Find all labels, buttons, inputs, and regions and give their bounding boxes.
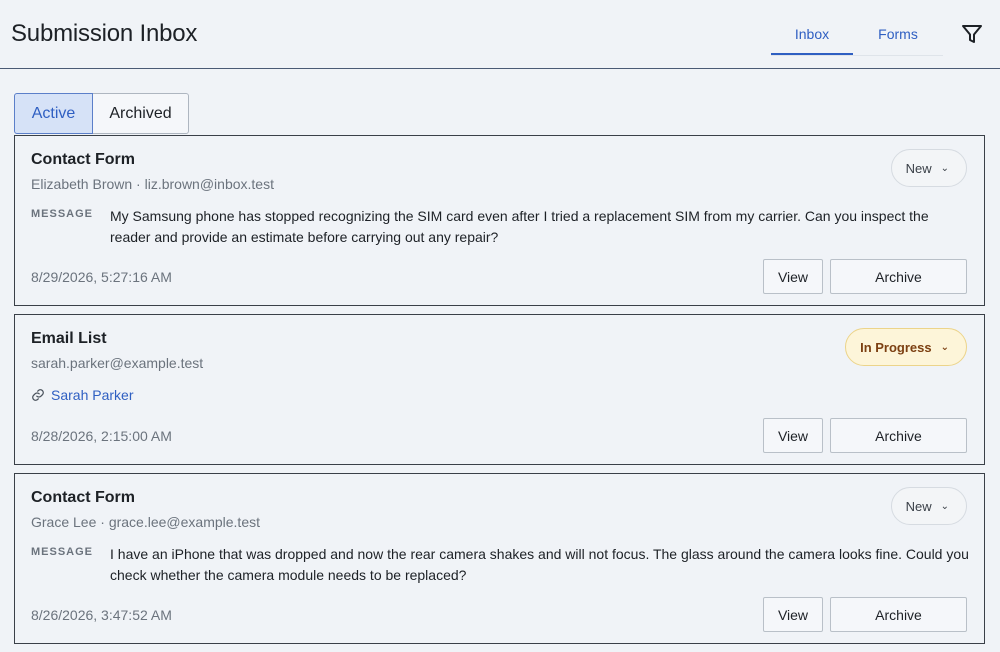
status-label: In Progress (860, 339, 932, 355)
status-label: New (905, 160, 932, 176)
submission-card: Contact Form Grace Lee · grace.lee@examp… (14, 473, 985, 644)
message-label: MESSAGE (31, 208, 94, 220)
submission-date: 8/29/2026, 5:27:16 AM (31, 269, 172, 285)
card-sender: Elizabeth Brown · liz.brown@inbox.test (31, 176, 274, 192)
message-body: I have an iPhone that was dropped and no… (110, 546, 969, 583)
contact-link[interactable]: Sarah Parker (31, 387, 133, 403)
submission-card: Contact Form Elizabeth Brown · liz.brown… (14, 135, 985, 306)
view-button[interactable]: View (763, 597, 823, 632)
status-dropdown[interactable]: New ⌄ (890, 149, 967, 187)
card-sender: sarah.parker@example.test (31, 355, 204, 371)
card-title: Contact Form (31, 151, 135, 168)
archive-button[interactable]: Archive (830, 418, 967, 453)
card-title: Contact Form (31, 489, 135, 506)
filter-icon (962, 25, 982, 43)
app-header: Submission Inbox Inbox Forms (0, 0, 1000, 69)
chevron-down-icon: ⌄ (940, 500, 949, 512)
nav-tabs: Inbox Forms (771, 14, 943, 56)
status-dropdown[interactable]: In Progress ⌄ (845, 328, 967, 366)
chevron-down-icon: ⌄ (940, 341, 949, 353)
view-toggle: Active Archived (14, 93, 189, 134)
message-label: MESSAGE (31, 546, 94, 558)
status-label: New (905, 498, 932, 514)
view-button[interactable]: View (763, 259, 823, 294)
tab-inbox[interactable]: Inbox (771, 14, 853, 55)
chevron-down-icon: ⌄ (940, 162, 949, 174)
submission-card: Email List sarah.parker@example.test In … (14, 314, 985, 465)
archive-button[interactable]: Archive (830, 597, 967, 632)
page-title: Submission Inbox (11, 20, 198, 47)
active-toggle-button[interactable]: Active (14, 93, 93, 134)
submission-date: 8/26/2026, 3:47:52 AM (31, 607, 172, 623)
contact-link-label: Sarah Parker (51, 387, 134, 403)
archived-toggle-button[interactable]: Archived (93, 93, 189, 134)
tab-forms[interactable]: Forms (853, 14, 943, 55)
card-sender: Grace Lee · grace.lee@example.test (31, 514, 260, 530)
message-body: My Samsung phone has stopped recognizing… (110, 208, 929, 245)
view-button[interactable]: View (763, 418, 823, 453)
link-icon (32, 389, 44, 401)
submission-date: 8/28/2026, 2:15:00 AM (31, 428, 172, 444)
archive-button[interactable]: Archive (830, 259, 967, 294)
filter-button[interactable] (960, 22, 984, 46)
card-title: Email List (31, 330, 107, 347)
status-dropdown[interactable]: New ⌄ (890, 487, 967, 525)
